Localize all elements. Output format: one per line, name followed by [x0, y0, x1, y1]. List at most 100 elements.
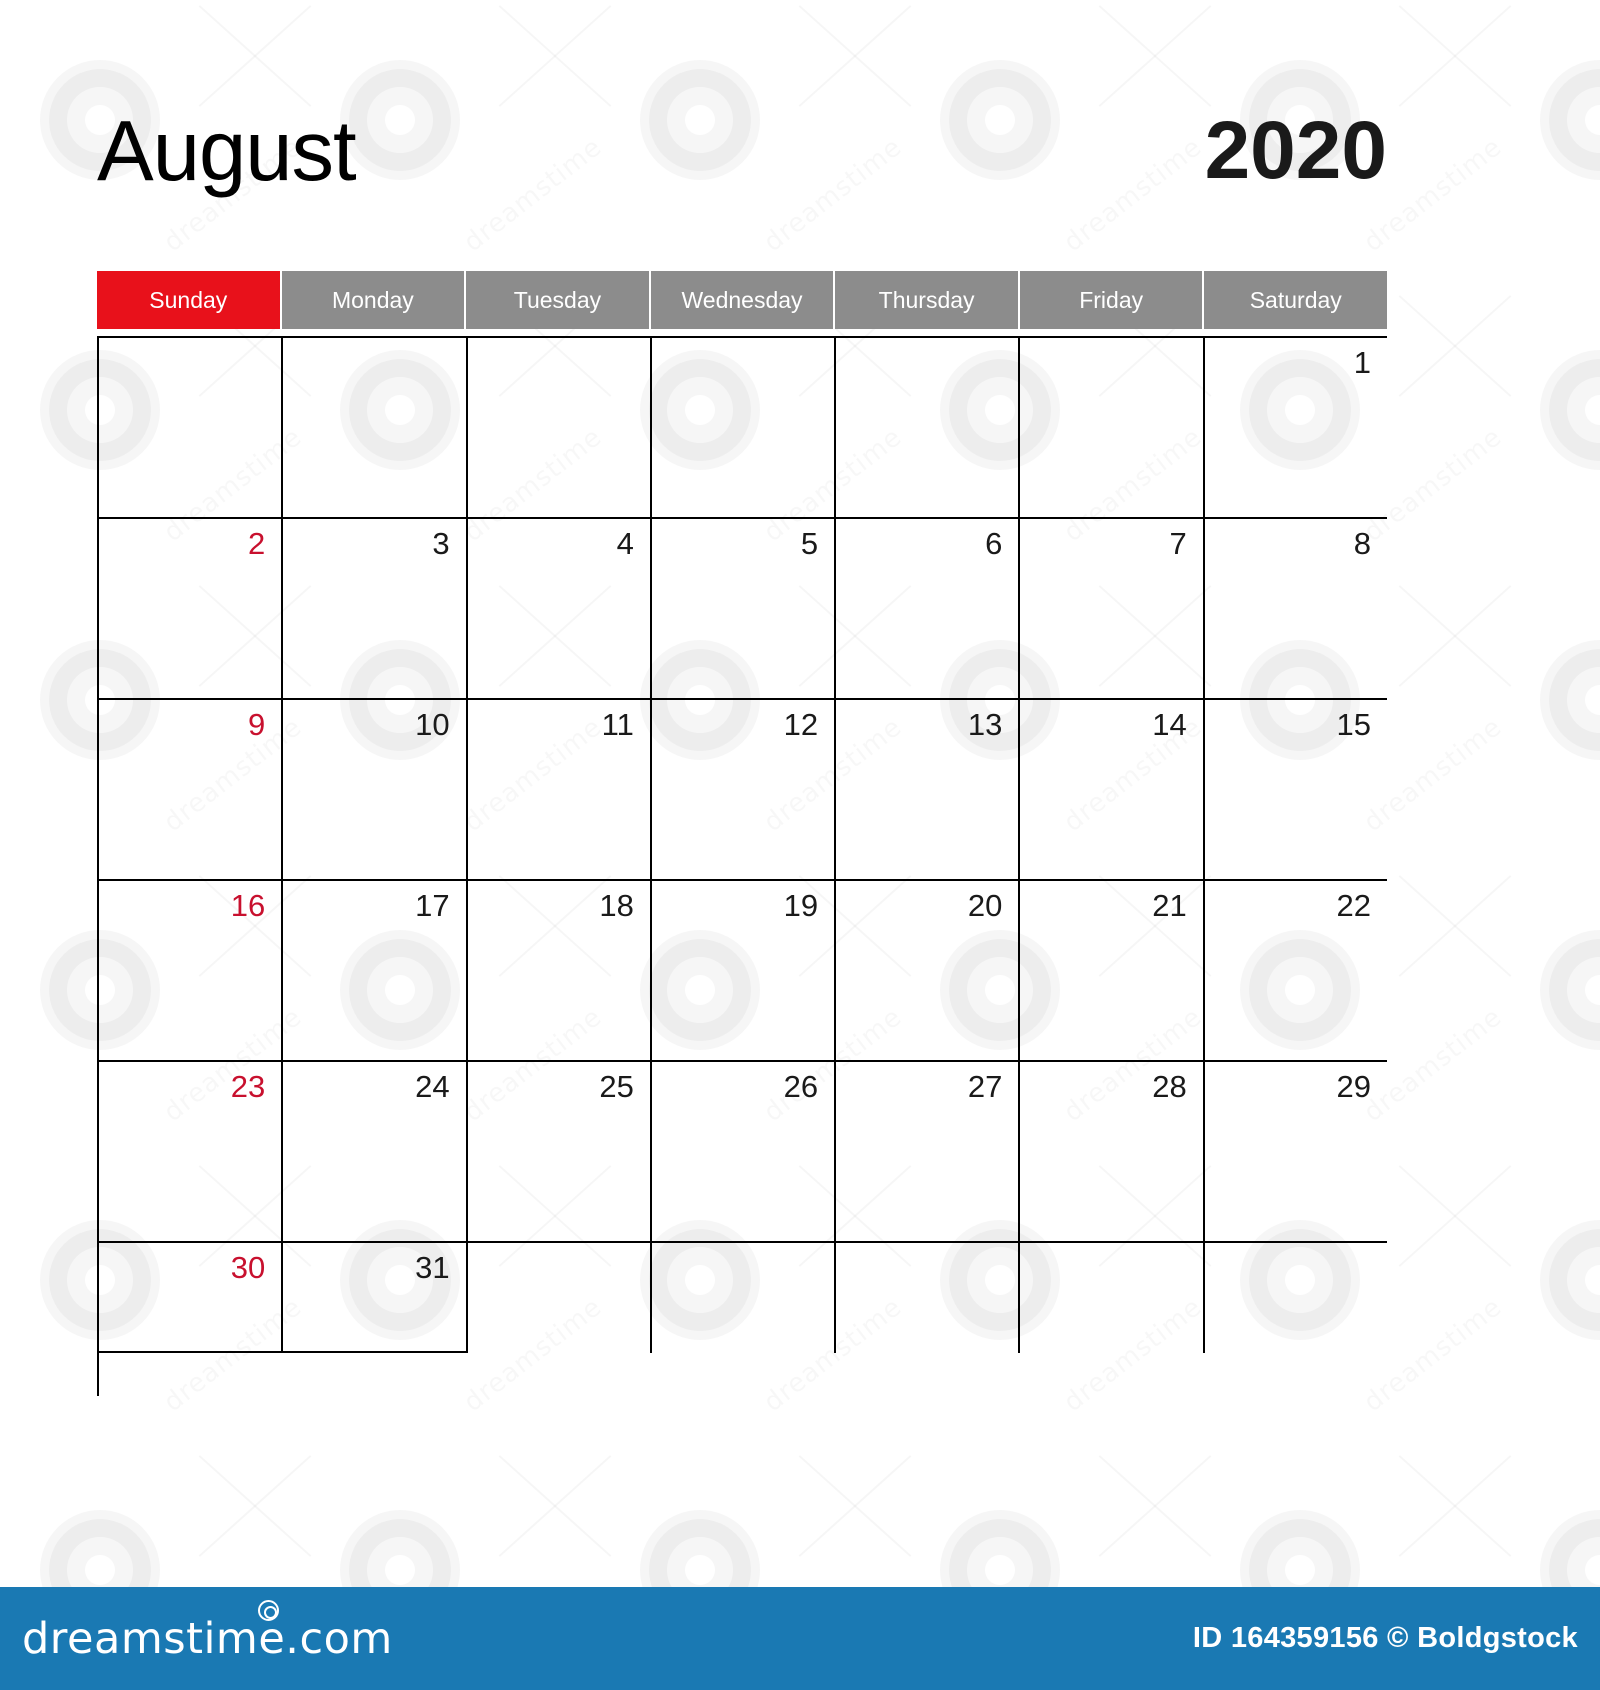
watermark-cross [1080, 1430, 1230, 1580]
day-number: 4 [616, 526, 634, 561]
day-cell-26[interactable]: 26 [651, 1062, 837, 1243]
day-number: 16 [230, 888, 266, 923]
day-cell-11[interactable]: 11 [467, 700, 652, 881]
day-cell-19[interactable]: 19 [651, 881, 837, 1062]
day-cell-1[interactable]: 1 [1204, 338, 1387, 519]
day-number: 29 [1336, 1069, 1371, 1104]
day-cell-10[interactable]: 10 [283, 700, 468, 881]
weekday-header-tuesday: Tuesday [466, 271, 651, 329]
watermark-cross [1380, 560, 1530, 710]
page-title: August [97, 103, 357, 199]
weekday-label: Saturday [1249, 286, 1342, 313]
day-cell-4[interactable]: 4 [467, 519, 652, 700]
day-number: 8 [1353, 526, 1371, 561]
year-label: 2020 [1204, 105, 1387, 196]
watermark-cross [180, 1430, 330, 1580]
calendar-grid: 1 2 3 4 5 6 7 8 9 10 11 12 13 14 15 16 17 18 19 20 21 22 23 24 2… [97, 336, 1387, 1396]
week-row: 30 31 [99, 1243, 1387, 1353]
watermark-spiral [1540, 60, 1600, 180]
day-number: 28 [1152, 1069, 1187, 1104]
day-cell-18[interactable]: 18 [467, 881, 652, 1062]
watermark-spiral [1540, 930, 1600, 1050]
day-cell-7[interactable]: 7 [1020, 519, 1205, 700]
weekday-header-saturday: Saturday [1204, 271, 1388, 329]
day-number: 15 [1336, 707, 1371, 742]
day-cell-empty[interactable] [652, 1243, 837, 1353]
watermark-cross [1380, 850, 1530, 1000]
day-number: 12 [783, 707, 819, 742]
day-cell-empty[interactable] [1020, 1243, 1205, 1353]
weekday-label: Wednesday [681, 286, 803, 313]
day-number: 19 [783, 888, 819, 923]
calendar-header: August 2020 [97, 96, 1387, 206]
watermark-cross [1380, 1430, 1530, 1580]
day-number: 30 [230, 1250, 266, 1285]
day-number: 2 [248, 526, 266, 561]
day-cell-14[interactable]: 14 [1020, 700, 1205, 881]
day-cell-13[interactable]: 13 [836, 700, 1021, 881]
day-cell-15[interactable]: 15 [1204, 700, 1387, 881]
weekday-label: Friday [1079, 286, 1144, 313]
weekday-header-thursday: Thursday [835, 271, 1020, 329]
day-cell-empty[interactable] [468, 1243, 652, 1353]
day-cell-25[interactable]: 25 [467, 1062, 652, 1243]
brand-text: dreamstime.com [22, 1613, 393, 1664]
day-cell-8[interactable]: 8 [1204, 519, 1387, 700]
watermark-cross [480, 1430, 630, 1580]
day-cell-3[interactable]: 3 [283, 519, 468, 700]
week-row: 2 3 4 5 6 7 8 [99, 519, 1387, 700]
day-cell-empty[interactable] [1205, 1243, 1387, 1353]
day-number: 11 [601, 707, 634, 742]
day-cell-empty[interactable] [1020, 338, 1205, 519]
day-number: 22 [1336, 888, 1371, 923]
day-number: 21 [1152, 888, 1187, 923]
day-cell-2[interactable]: 2 [99, 519, 284, 700]
day-cell-empty[interactable] [99, 338, 284, 519]
day-cell-20[interactable]: 20 [836, 881, 1021, 1062]
day-number: 9 [248, 707, 266, 742]
day-cell-31[interactable]: 31 [283, 1243, 468, 1353]
day-cell-empty[interactable] [836, 338, 1021, 519]
watermark-cross [1380, 0, 1530, 130]
day-cell-29[interactable]: 29 [1204, 1062, 1387, 1243]
weekday-label: Thursday [878, 286, 975, 313]
weekday-label: Sunday [149, 286, 228, 313]
day-number: 24 [415, 1069, 450, 1104]
day-number: 18 [599, 888, 634, 923]
day-number: 20 [967, 888, 1003, 923]
day-cell-24[interactable]: 24 [283, 1062, 468, 1243]
day-cell-9[interactable]: 9 [99, 700, 284, 881]
day-number: 14 [1152, 707, 1187, 742]
day-number: 27 [967, 1069, 1003, 1104]
day-cell-12[interactable]: 12 [651, 700, 837, 881]
day-cell-22[interactable]: 22 [1204, 881, 1387, 1062]
day-number: 1 [1353, 345, 1371, 380]
week-row: 1 [99, 338, 1387, 519]
watermark-cross [780, 1430, 930, 1580]
dreamstime-logo: dreamstime.com [22, 1599, 393, 1664]
day-cell-28[interactable]: 28 [1020, 1062, 1205, 1243]
image-credit: ID 164359156 © Boldgstock [1192, 1622, 1578, 1654]
day-cell-23[interactable]: 23 [99, 1062, 284, 1243]
day-cell-21[interactable]: 21 [1020, 881, 1205, 1062]
watermark-cross [1380, 270, 1530, 420]
day-cell-empty[interactable] [836, 1243, 1021, 1353]
day-number: 26 [783, 1069, 819, 1104]
watermark-cross [1380, 1140, 1530, 1290]
weekday-header-monday: Monday [281, 271, 467, 329]
weekday-header-sunday: Sunday [97, 271, 282, 329]
day-cell-empty[interactable] [651, 338, 837, 519]
day-cell-16[interactable]: 16 [99, 881, 284, 1062]
week-row: 9 10 11 12 13 14 15 [99, 700, 1387, 881]
day-cell-empty[interactable] [467, 338, 652, 519]
weekday-header-wednesday: Wednesday [650, 271, 836, 329]
day-cell-6[interactable]: 6 [836, 519, 1021, 700]
day-cell-5[interactable]: 5 [651, 519, 837, 700]
day-cell-17[interactable]: 17 [283, 881, 468, 1062]
day-cell-empty[interactable] [283, 338, 468, 519]
day-cell-30[interactable]: 30 [99, 1243, 284, 1353]
day-number: 3 [432, 526, 450, 561]
day-cell-27[interactable]: 27 [836, 1062, 1021, 1243]
spiral-icon [258, 1599, 279, 1621]
day-number: 25 [599, 1069, 634, 1104]
